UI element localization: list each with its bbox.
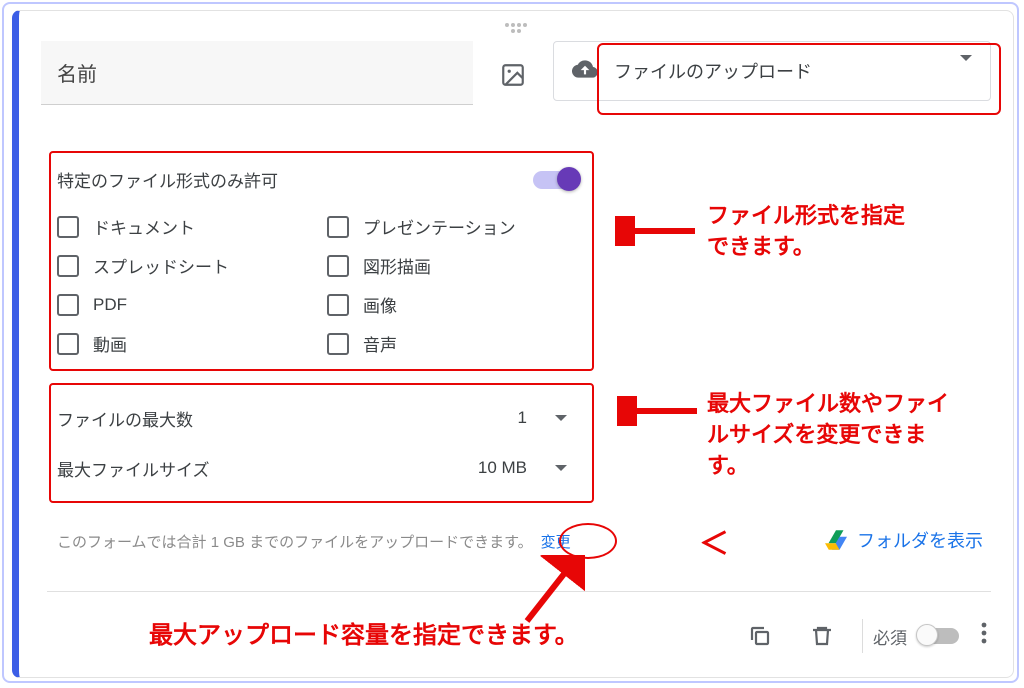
google-drive-icon: [825, 530, 847, 550]
drag-handle-icon[interactable]: [505, 23, 527, 33]
delete-button[interactable]: [800, 614, 844, 658]
annotation-highlight-change: [559, 523, 617, 559]
show-folder-label: フォルダを表示: [857, 527, 983, 553]
question-title-input[interactable]: [41, 41, 473, 105]
annotation-arrow-icon: [617, 396, 703, 426]
more-menu-button[interactable]: [977, 621, 991, 651]
required-label: 必須: [873, 624, 907, 649]
image-icon: [500, 62, 526, 88]
trash-icon: [810, 624, 834, 648]
add-image-button[interactable]: [491, 53, 535, 97]
show-folder-link[interactable]: フォルダを表示: [825, 527, 983, 553]
more-vert-icon: [981, 621, 987, 645]
annotation-highlight-filetypes: [49, 151, 594, 371]
annotation-text-filetype: ファイル形式を指定 できます。: [707, 201, 997, 263]
cloud-upload-icon: [572, 56, 598, 87]
duplicate-button[interactable]: [738, 614, 782, 658]
copy-icon: [748, 624, 772, 648]
required-toggle[interactable]: [919, 628, 959, 644]
annotation-arrow-icon: [615, 216, 701, 246]
annotation-highlight-maxes: [49, 383, 594, 503]
question-card: ファイルのアップロード 特定のファイル形式のみ許可 ドキュメント プレゼンテーシ…: [12, 10, 1014, 678]
annotation-highlight-type: [597, 43, 1001, 115]
upload-limit-info: このフォームでは合計 1 GB までのファイルをアップロードできます。 変更: [57, 531, 571, 552]
annotation-lt-symbol: ＜: [699, 519, 729, 563]
vertical-divider: [862, 619, 863, 653]
annotation-arrow-icon: [515, 555, 585, 627]
annotation-text-maxes: 最大ファイル数やファイ ルサイズを変更できま す。: [707, 389, 1007, 481]
upload-limit-text: このフォームでは合計 1 GB までのファイルをアップロードできます。: [57, 531, 533, 552]
